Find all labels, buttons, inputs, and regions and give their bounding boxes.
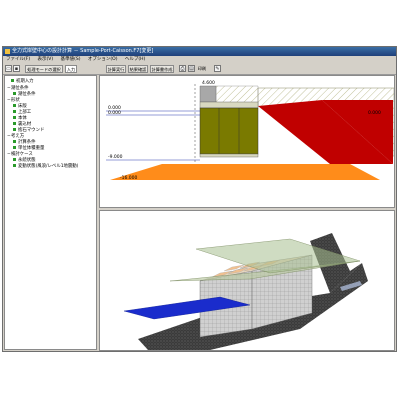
input-button[interactable]: 入力 bbox=[65, 65, 77, 73]
tree-item-variable[interactable]: 変動状態(風浪/レベル1地震動) bbox=[13, 164, 78, 169]
tree-item-approach[interactable]: −考え方 bbox=[7, 134, 24, 139]
tree-item-initial[interactable]: 初期入力 bbox=[7, 79, 34, 84]
caisson-top bbox=[199, 101, 259, 109]
tree-item-cases[interactable]: −検討ケース bbox=[7, 152, 33, 157]
node-icon bbox=[11, 79, 14, 82]
compute-button[interactable]: 計算実行 bbox=[106, 65, 126, 73]
window-title: 全力式岸壁中心の設計計算 － Sample-Port-Caisson.F7[変更… bbox=[12, 48, 154, 54]
report-button[interactable]: 計算書作成 bbox=[150, 65, 174, 73]
label-right: 0.000 bbox=[368, 110, 381, 116]
tree-item-backfill[interactable]: 裏込材 bbox=[13, 122, 31, 127]
mode-select-button[interactable]: 処理モードの選択 bbox=[25, 65, 63, 73]
print-setup-icon[interactable]: ▤ bbox=[188, 65, 195, 72]
tools-icon[interactable]: ✎ bbox=[214, 65, 221, 72]
menu-view[interactable]: 表示(V) bbox=[38, 57, 54, 62]
parapet bbox=[199, 85, 217, 103]
node-icon bbox=[13, 92, 16, 95]
menu-standard[interactable]: 基準値(S) bbox=[61, 57, 81, 62]
tree-item-tide-child[interactable]: 潮位条件 bbox=[13, 92, 36, 97]
menu-file[interactable]: ファイル(F) bbox=[6, 57, 30, 62]
model-drawing bbox=[123, 233, 368, 350]
tree-item-permanent[interactable]: 永続状態 bbox=[13, 158, 36, 163]
label-lwl: 0.000 bbox=[108, 110, 121, 116]
open-icon[interactable]: ▭ bbox=[5, 65, 12, 72]
node-icon bbox=[13, 146, 16, 149]
title-bar: 全力式岸壁中心の設計計算 － Sample-Port-Caisson.F7[変更… bbox=[3, 47, 396, 56]
node-icon bbox=[13, 128, 16, 131]
node-icon bbox=[13, 110, 16, 113]
tree-item-slab[interactable]: 床版 bbox=[13, 104, 27, 109]
tree-item-body[interactable]: 本体 bbox=[13, 116, 27, 121]
tree-item-tide[interactable]: −潮位条件 bbox=[7, 86, 29, 91]
tree-item-mound[interactable]: 捨石マウンド bbox=[13, 128, 44, 133]
app-window: 全力式岸壁中心の設計計算 － Sample-Port-Caisson.F7[変更… bbox=[2, 46, 397, 352]
section-view-2d[interactable]: 4.600 0.000 0.000 0.000 -9.000 -16.000 bbox=[99, 75, 395, 208]
node-icon bbox=[13, 140, 16, 143]
node-icon bbox=[13, 122, 16, 125]
result-button[interactable]: 結果確認 bbox=[128, 65, 148, 73]
tree-item-superstructure[interactable]: 上部工 bbox=[13, 110, 31, 115]
printer-icon[interactable]: ⎙ bbox=[179, 65, 186, 72]
app-icon bbox=[5, 49, 10, 54]
save-icon[interactable]: ▪ bbox=[13, 65, 20, 72]
label-base: -9.000 bbox=[108, 154, 123, 160]
menu-bar: ファイル(F) 表示(V) 基準値(S) オプション(O) ヘルプ(H) bbox=[3, 56, 396, 64]
node-icon bbox=[13, 104, 16, 107]
navigation-tree: 初期入力 −潮位条件 潮位条件 −形状 床版 上部工 本体 裏込材 捨石マウンド… bbox=[4, 75, 97, 350]
menu-help[interactable]: ヘルプ(H) bbox=[125, 57, 145, 62]
caisson-base bbox=[199, 153, 259, 158]
node-icon bbox=[13, 116, 16, 119]
toolbar: ▭ ▪ 処理モードの選択 入力 計算実行 結果確認 計算書作成 ⎙ ▤ 印刷 ✎ bbox=[3, 64, 396, 75]
tree-item-calc-conditions[interactable]: 計算条件 bbox=[13, 140, 36, 145]
tree-item-unit-weight[interactable]: 単位体積重量 bbox=[13, 146, 44, 151]
section-drawing: 4.600 0.000 0.000 0.000 -9.000 -16.000 bbox=[106, 80, 395, 181]
label-crown: 4.600 bbox=[202, 80, 215, 86]
print-label[interactable]: 印刷 bbox=[196, 65, 208, 73]
label-bottom: -16.000 bbox=[120, 175, 138, 181]
model-view-3d[interactable] bbox=[99, 210, 395, 351]
node-icon bbox=[13, 164, 16, 167]
tree-item-shape[interactable]: −形状 bbox=[7, 98, 20, 103]
caisson-body bbox=[199, 107, 259, 155]
menu-options[interactable]: オプション(O) bbox=[88, 57, 118, 62]
rubble-mound bbox=[110, 164, 380, 180]
node-icon bbox=[13, 158, 16, 161]
